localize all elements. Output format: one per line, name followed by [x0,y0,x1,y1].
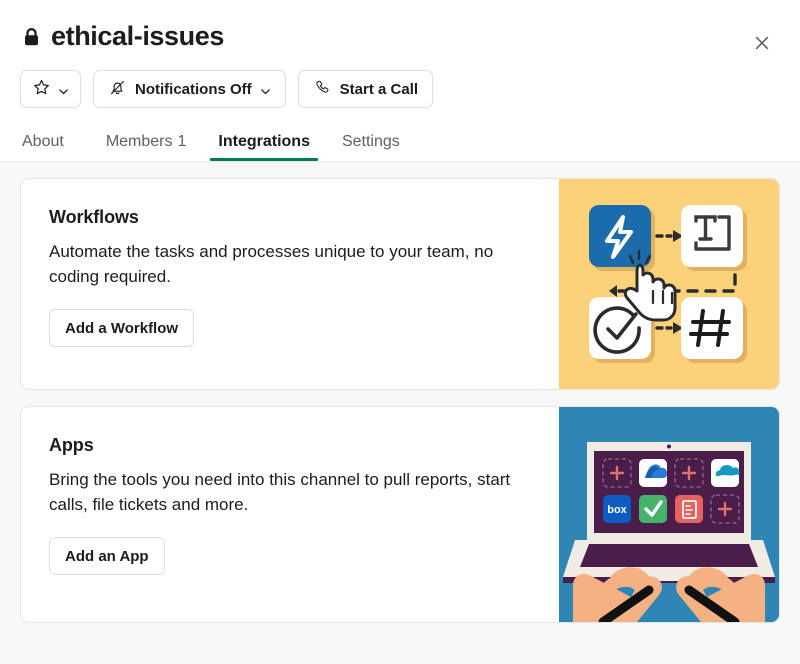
channel-actions-toolbar: Notifications Off Start a Call [20,70,780,108]
add-app-button[interactable]: Add an App [49,537,165,576]
tab-settings-label: Settings [341,133,400,150]
tab-integrations-label: Integrations [218,133,310,150]
integrations-panel: Workflows Automate the tasks and process… [0,162,800,664]
workflow-builder-illustration [559,179,779,389]
svg-text:box: box [607,504,627,516]
star-channel-button[interactable] [20,70,81,108]
lock-icon [20,25,42,49]
workflows-card-description: Automate the tasks and processes unique … [49,242,494,286]
tab-integrations[interactable]: Integrations [202,134,326,161]
tab-about[interactable]: About [22,134,80,161]
notifications-button[interactable]: Notifications Off [93,70,286,108]
chevron-down-icon [58,84,69,95]
start-call-button-label: Start a Call [339,80,419,98]
tab-members-label: Members [105,133,173,150]
tab-settings[interactable]: Settings [326,134,416,161]
tab-members[interactable]: Members 1 [90,134,203,161]
workflows-card-text: Workflows Automate the tasks and process… [21,179,559,389]
start-call-button[interactable]: Start a Call [297,70,434,108]
tab-about-label: About [22,133,64,150]
modal-header: ethical-issues Notifications Off Start a… [0,0,800,161]
tab-bar: About Members 1 Integrations Settings [20,121,780,161]
apps-card-description: Bring the tools you need into this chann… [49,470,511,514]
apps-card-title: Apps [49,435,94,455]
workflows-card-title: Workflows [49,207,139,227]
channel-details-modal: ethical-issues Notifications Off Start a… [0,0,800,664]
phone-icon [313,78,332,101]
page-title: ethical-issues [51,21,224,52]
star-icon [32,78,51,101]
notifications-button-label: Notifications Off [135,80,252,98]
close-icon[interactable] [746,27,778,59]
title-row: ethical-issues [20,18,780,56]
workflows-card: Workflows Automate the tasks and process… [20,178,780,390]
members-count: 1 [177,133,187,150]
chevron-down-icon [260,84,271,95]
add-workflow-button[interactable]: Add a Workflow [49,309,195,348]
apps-card-text: Apps Bring the tools you need into this … [21,407,559,622]
bell-muted-icon [108,78,127,101]
apps-card: Apps Bring the tools you need into this … [20,406,780,623]
laptop-apps-illustration: box [559,407,779,622]
